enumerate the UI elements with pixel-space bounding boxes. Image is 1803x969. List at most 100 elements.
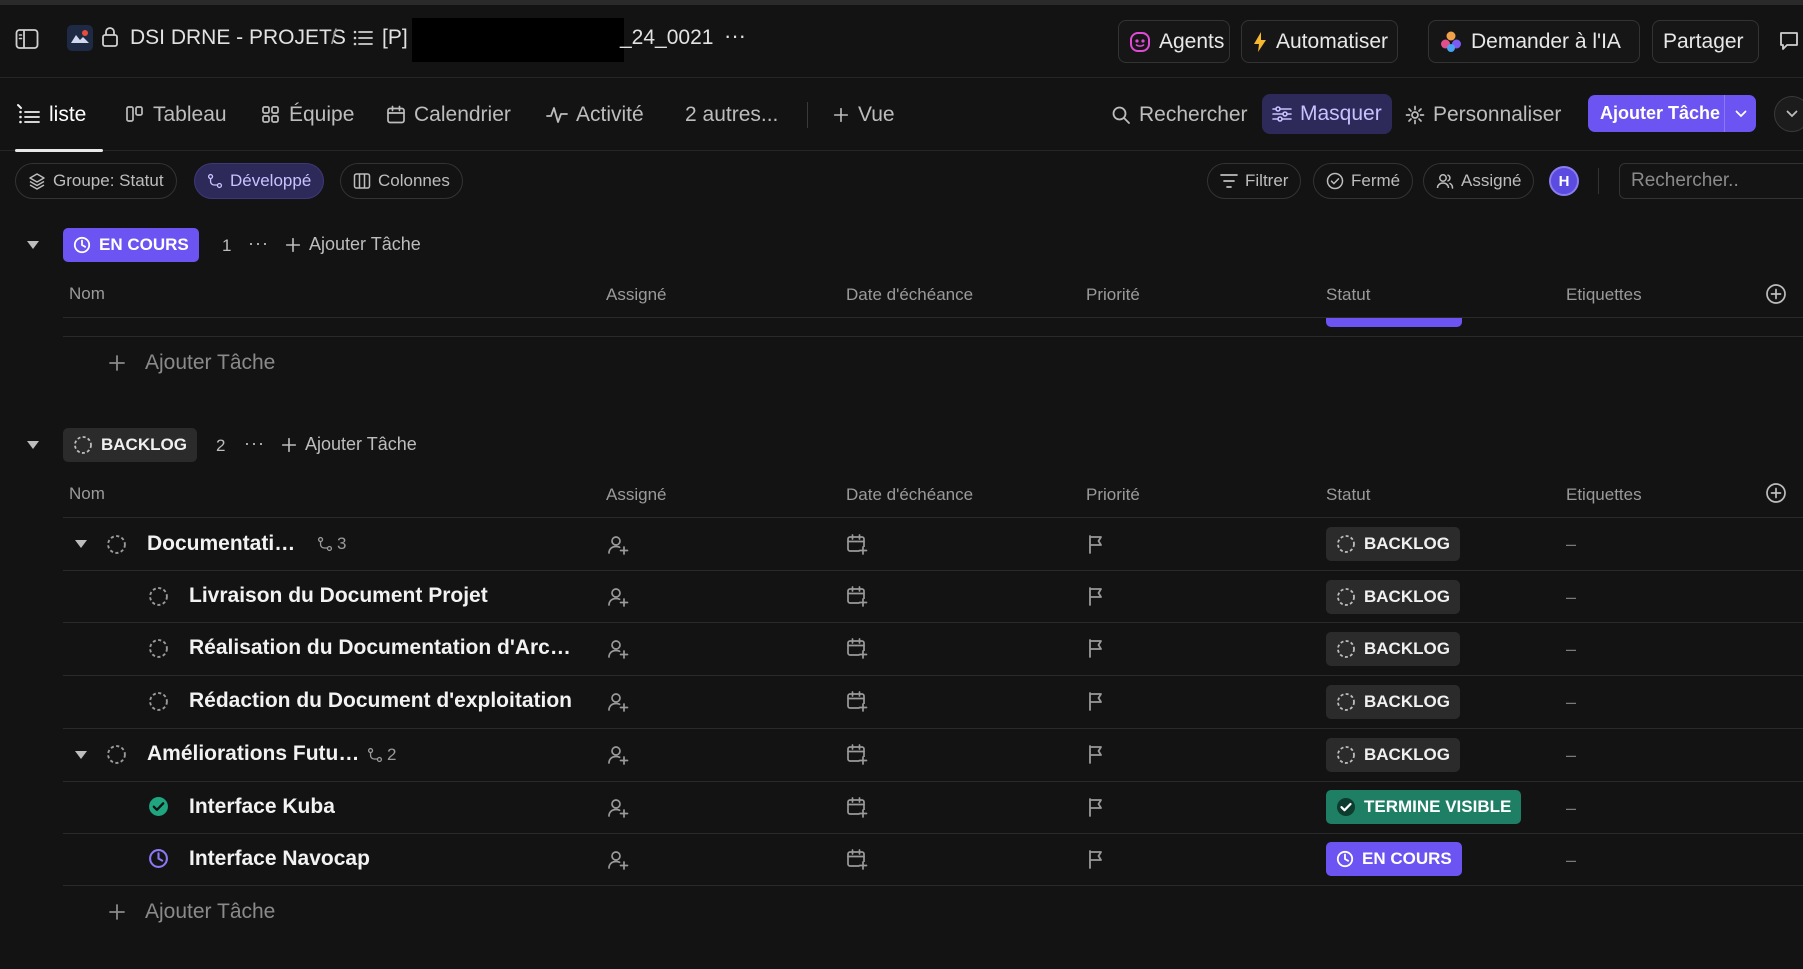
closed-chip[interactable]: Fermé <box>1313 163 1414 199</box>
list-more-menu[interactable]: ··· <box>724 23 746 49</box>
priority-flag-icon[interactable] <box>1086 638 1106 658</box>
collapse-group-en-cours-icon[interactable] <box>26 240 40 250</box>
tab-team[interactable]: Équipe <box>261 78 354 151</box>
tab-activity[interactable]: Activité <box>546 78 644 151</box>
group-add-task-button[interactable]: Ajouter Tâche <box>280 434 417 455</box>
group-more-menu[interactable]: ··· <box>248 233 269 254</box>
status-badge[interactable]: EN COURS <box>1326 842 1462 876</box>
status-badge[interactable]: TERMINE VISIBLE <box>1326 790 1522 824</box>
tab-more-views[interactable]: 2 autres... <box>685 78 778 151</box>
status-badge[interactable]: BACKLOG <box>1326 527 1460 561</box>
assign-user-icon[interactable] <box>607 691 629 713</box>
column-header-status[interactable]: Statut <box>1326 285 1370 305</box>
tab-calendar[interactable]: Calendrier <box>386 78 511 151</box>
subtask-count[interactable]: 2 <box>367 745 396 765</box>
add-column-icon[interactable] <box>1765 482 1787 504</box>
group-by-status-chip[interactable]: Groupe: Statut <box>15 163 177 199</box>
agents-button[interactable]: Agents <box>1118 20 1230 63</box>
priority-flag-icon[interactable] <box>1086 534 1106 554</box>
list-name-prefix[interactable]: [P] <box>382 26 408 50</box>
assign-user-icon[interactable] <box>607 849 629 871</box>
column-header-priority[interactable]: Priorité <box>1086 485 1140 505</box>
chevron-down-icon[interactable] <box>1724 95 1756 132</box>
task-status-backlog-icon[interactable] <box>148 691 169 712</box>
user-avatar[interactable]: H <box>1549 166 1579 196</box>
task-status-done-icon[interactable] <box>148 796 169 817</box>
status-badge[interactable]: BACKLOG <box>1326 632 1460 666</box>
tags-empty[interactable]: – <box>1566 639 1576 660</box>
filter-chip[interactable]: Filtrer <box>1207 163 1302 199</box>
assign-user-icon[interactable] <box>607 534 629 556</box>
automate-button[interactable]: Automatiser <box>1241 20 1398 63</box>
tags-empty[interactable]: – <box>1566 745 1576 766</box>
column-header-tags[interactable]: Etiquettes <box>1566 285 1642 305</box>
task-name[interactable]: Documentations <box>147 532 307 556</box>
chat-icon[interactable] <box>1778 30 1800 52</box>
task-status-backlog-icon[interactable] <box>148 586 169 607</box>
due-date-calendar-icon[interactable] <box>846 796 868 818</box>
group-add-task-button[interactable]: Ajouter Tâche <box>284 234 421 255</box>
tab-list[interactable]: liste <box>15 78 103 152</box>
tags-empty[interactable]: – <box>1566 587 1576 608</box>
group-status-badge-en-cours[interactable]: EN COURS <box>63 228 199 262</box>
tags-empty[interactable]: – <box>1566 798 1576 819</box>
task-search-input[interactable] <box>1619 163 1803 199</box>
column-header-assignee[interactable]: Assigné <box>606 285 666 305</box>
task-status-in-progress-icon[interactable] <box>148 848 169 869</box>
due-date-calendar-icon[interactable] <box>846 533 868 555</box>
assign-user-icon[interactable] <box>607 586 629 608</box>
sidebar-toggle-icon[interactable] <box>15 28 39 50</box>
due-date-calendar-icon[interactable] <box>846 743 868 765</box>
group-more-menu[interactable]: ··· <box>244 433 265 454</box>
collapse-toolbar-button[interactable] <box>1774 96 1803 132</box>
add-task-row[interactable]: Ajouter Tâche <box>107 351 275 375</box>
column-header-name[interactable]: Nom <box>69 484 105 504</box>
task-name[interactable]: Interface Navocap <box>189 847 370 871</box>
assigned-chip[interactable]: Assigné <box>1423 163 1535 199</box>
column-header-due-date[interactable]: Date d'échéance <box>846 485 973 505</box>
column-header-assignee[interactable]: Assigné <box>606 485 666 505</box>
tags-empty[interactable]: – <box>1566 692 1576 713</box>
subtask-count[interactable]: 3 <box>317 534 346 554</box>
list-name-suffix[interactable]: _24_0021 <box>620 26 713 50</box>
column-header-name[interactable]: Nom <box>69 284 105 304</box>
due-date-calendar-icon[interactable] <box>846 848 868 870</box>
column-header-status[interactable]: Statut <box>1326 485 1370 505</box>
expand-subtasks-icon[interactable] <box>74 750 88 760</box>
tags-empty[interactable]: – <box>1566 534 1576 555</box>
tags-empty[interactable]: – <box>1566 850 1576 871</box>
priority-flag-icon[interactable] <box>1086 586 1106 606</box>
task-status-backlog-icon[interactable] <box>106 744 127 765</box>
add-task-row[interactable]: Ajouter Tâche <box>107 900 275 924</box>
share-button[interactable]: Partager <box>1652 20 1759 63</box>
task-name[interactable]: Améliorations Futures <box>147 742 367 766</box>
columns-chip[interactable]: Colonnes <box>340 163 463 199</box>
hide-button[interactable]: Masquer <box>1262 94 1392 134</box>
tab-board[interactable]: Tableau <box>125 78 227 151</box>
expanded-chip[interactable]: Développé <box>194 163 325 199</box>
status-badge[interactable]: BACKLOG <box>1326 685 1460 719</box>
task-status-backlog-icon[interactable] <box>148 638 169 659</box>
collapse-group-backlog-icon[interactable] <box>26 440 40 450</box>
search-tasks-button[interactable]: Rechercher <box>1111 78 1248 151</box>
task-name[interactable]: Livraison du Document Projet <box>189 584 488 608</box>
assign-user-icon[interactable] <box>607 744 629 766</box>
column-header-tags[interactable]: Etiquettes <box>1566 485 1642 505</box>
customize-button[interactable]: Personnaliser <box>1405 78 1561 151</box>
status-badge[interactable]: BACKLOG <box>1326 580 1460 614</box>
due-date-calendar-icon[interactable] <box>846 585 868 607</box>
space-name-link[interactable]: DSI DRNE - PROJETS <box>130 26 346 50</box>
task-name[interactable]: Interface Kuba <box>189 795 335 819</box>
due-date-calendar-icon[interactable] <box>846 690 868 712</box>
column-header-due-date[interactable]: Date d'échéance <box>846 285 973 305</box>
assign-user-icon[interactable] <box>607 797 629 819</box>
due-date-calendar-icon[interactable] <box>846 637 868 659</box>
task-name[interactable]: Rédaction du Document d'exploitation <box>189 689 572 713</box>
task-name[interactable]: Réalisation du Documentation d'Archit... <box>189 636 579 660</box>
expand-subtasks-icon[interactable] <box>74 539 88 549</box>
status-badge[interactable]: BACKLOG <box>1326 738 1460 772</box>
group-status-badge-backlog[interactable]: BACKLOG <box>63 428 197 462</box>
priority-flag-icon[interactable] <box>1086 797 1106 817</box>
priority-flag-icon[interactable] <box>1086 849 1106 869</box>
column-header-priority[interactable]: Priorité <box>1086 285 1140 305</box>
